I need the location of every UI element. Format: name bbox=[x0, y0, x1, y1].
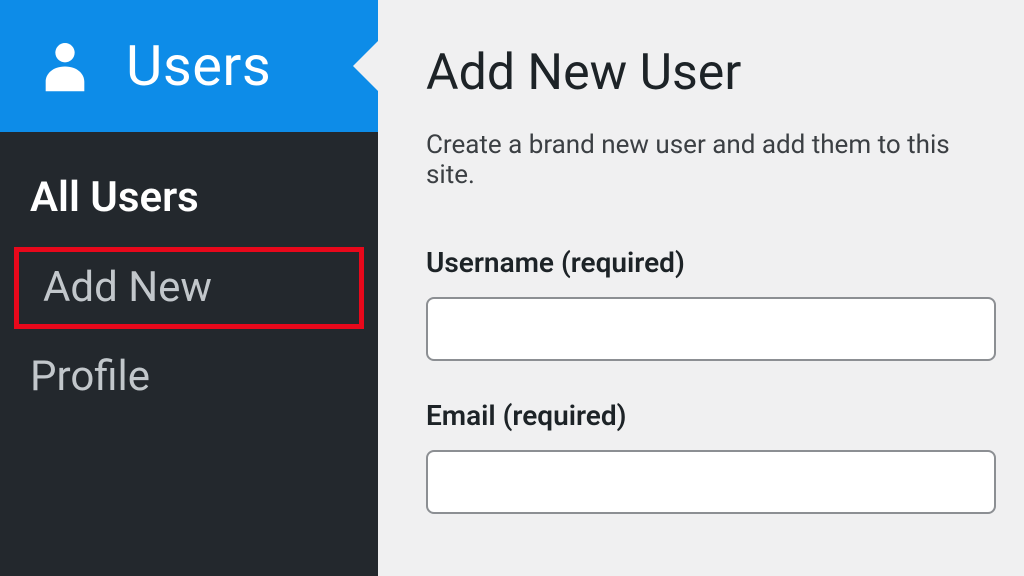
email-input[interactable] bbox=[426, 450, 996, 514]
sidebar-parent-label: Users bbox=[126, 33, 271, 99]
page-description: Create a brand new user and add them to … bbox=[426, 130, 996, 190]
field-username: Username (required) bbox=[426, 246, 996, 361]
admin-sidebar: Users All Users Add New Profile bbox=[0, 0, 378, 576]
sidebar-item-label: Profile bbox=[30, 352, 150, 401]
sidebar-item-label: Add New bbox=[43, 263, 212, 312]
main-content: Add New User Create a brand new user and… bbox=[378, 0, 1024, 576]
sidebar-item-label: All Users bbox=[30, 173, 199, 222]
username-label: Username (required) bbox=[426, 246, 996, 279]
field-email: Email (required) bbox=[426, 399, 996, 514]
page-title: Add New User bbox=[426, 44, 996, 102]
sidebar-item-profile[interactable]: Profile bbox=[0, 337, 378, 418]
username-input[interactable] bbox=[426, 297, 996, 361]
sidebar-item-add-new[interactable]: Add New bbox=[14, 247, 364, 330]
user-icon bbox=[42, 40, 98, 92]
sidebar-item-users[interactable]: Users bbox=[0, 0, 378, 132]
sidebar-item-all-users[interactable]: All Users bbox=[0, 158, 378, 239]
email-label: Email (required) bbox=[426, 399, 996, 432]
sidebar-subitems: All Users Add New Profile bbox=[0, 132, 378, 420]
